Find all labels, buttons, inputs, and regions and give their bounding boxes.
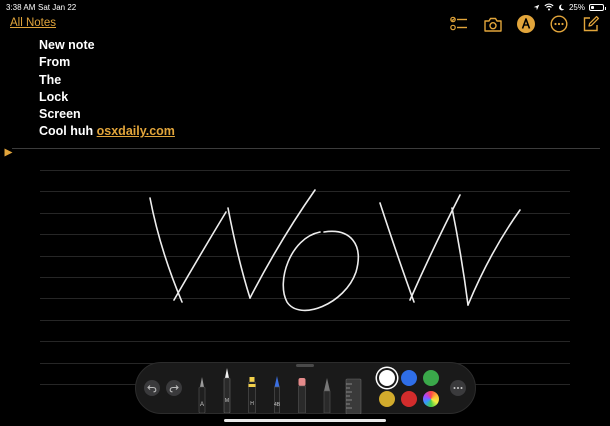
home-indicator[interactable] (224, 419, 386, 422)
handwriting-stroke (227, 207, 251, 299)
ruler-icon (345, 378, 362, 415)
handwriting-stroke (173, 211, 227, 301)
palette-more-button[interactable] (450, 380, 466, 396)
color-swatch-red[interactable] (401, 391, 417, 407)
handwriting-stroke (379, 202, 415, 303)
redo-button[interactable] (166, 380, 182, 396)
monoline-letter: M (225, 398, 229, 404)
eraser-icon (298, 378, 306, 414)
color-swatch-blue[interactable] (401, 370, 417, 386)
pen-tool[interactable]: A (196, 373, 208, 418)
pencil-tool[interactable]: 4B (271, 373, 283, 418)
undo-button[interactable] (144, 380, 160, 396)
redo-icon (169, 385, 179, 393)
lasso-icon (323, 378, 331, 414)
marker-letter: H (250, 401, 254, 407)
undo-icon (147, 385, 157, 393)
handwriting-stroke (451, 207, 469, 306)
pen-icon: A (198, 377, 206, 414)
lasso-tool[interactable] (321, 376, 333, 418)
palette-grabber[interactable] (296, 364, 314, 367)
eraser-tool[interactable] (296, 377, 308, 418)
pen-letter: A (200, 402, 204, 408)
handwriting-stroke (282, 230, 359, 312)
color-picker-wheel[interactable] (423, 391, 439, 407)
ruler-tool[interactable] (345, 378, 362, 419)
pencil-letter: 4B (274, 402, 281, 408)
color-swatch-yellow[interactable] (379, 391, 395, 407)
handwriting-stroke (467, 209, 521, 306)
monoline-icon: M (223, 368, 231, 414)
marker-tool[interactable]: H (246, 375, 258, 418)
monoline-tool[interactable]: M (221, 366, 233, 418)
pencil-icon: 4B (274, 376, 281, 414)
color-swatch-green[interactable] (423, 370, 439, 386)
handwriting-stroke (249, 189, 316, 299)
handwriting-stroke (149, 197, 183, 303)
marker-icon: H (248, 377, 256, 414)
color-swatch-white[interactable] (379, 370, 395, 386)
ellipsis-icon (453, 387, 463, 389)
